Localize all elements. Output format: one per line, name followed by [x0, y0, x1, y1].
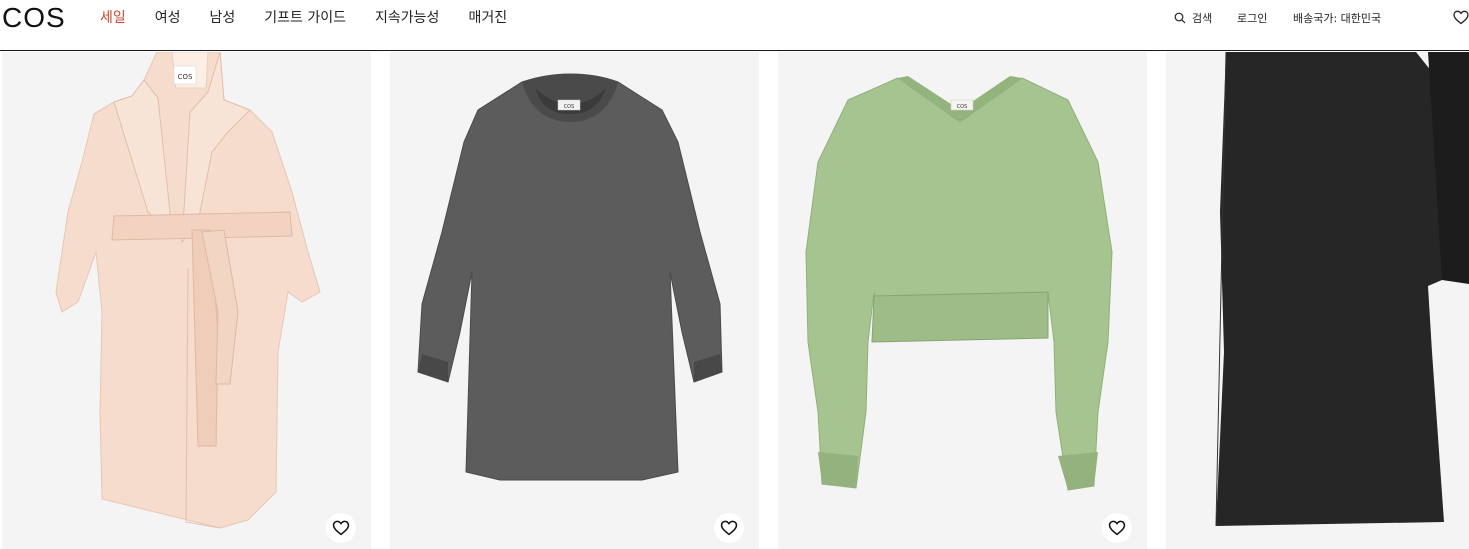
heart-icon	[1108, 520, 1126, 536]
search-label: 검색	[1192, 12, 1213, 25]
product-image-green-sweater: COS	[805, 76, 1113, 491]
search-icon	[1174, 12, 1186, 24]
add-to-wishlist-button[interactable]	[326, 513, 356, 543]
nav-item-magazine[interactable]: 매거진	[468, 9, 507, 27]
wishlist-button[interactable]	[1453, 10, 1469, 25]
brand-tag: COS	[564, 104, 575, 110]
product-card[interactable]: COS	[778, 52, 1147, 549]
brand-tag: COS	[957, 104, 968, 110]
nav-item-gift-guide[interactable]: 기프트 가이드	[264, 9, 346, 27]
site-header: COS 세일 여성 남성 기프트 가이드 지속가능성 매거진 검색 로그인 배송…	[0, 0, 1469, 51]
product-image-black-dress	[1215, 52, 1469, 527]
heart-icon	[332, 520, 350, 536]
main-nav: 세일 여성 남성 기프트 가이드 지속가능성 매거진	[100, 9, 536, 27]
product-card[interactable]	[1166, 52, 1469, 549]
cos-logo[interactable]: COS	[2, 2, 66, 34]
product-grid: COS COS COS	[0, 52, 1469, 549]
shipping-country-selector[interactable]: 배송국가: 대한민국	[1293, 10, 1381, 26]
product-image-grey-dress: COS	[417, 73, 723, 481]
brand-tag: COS	[178, 73, 193, 81]
nav-item-sale[interactable]: 세일	[100, 9, 126, 27]
add-to-wishlist-button[interactable]	[1102, 513, 1132, 543]
nav-item-sustainability[interactable]: 지속가능성	[375, 9, 439, 27]
heart-icon	[720, 520, 738, 536]
login-link[interactable]: 로그인	[1237, 10, 1267, 26]
nav-item-men[interactable]: 남성	[210, 9, 236, 27]
product-card[interactable]: COS	[390, 52, 759, 549]
product-card[interactable]: COS	[2, 52, 371, 549]
search-button[interactable]: 검색	[1174, 10, 1212, 26]
product-image-coat: COS	[55, 52, 321, 529]
add-to-wishlist-button[interactable]	[714, 513, 744, 543]
heart-icon	[1453, 10, 1469, 25]
nav-item-women[interactable]: 여성	[155, 9, 181, 27]
